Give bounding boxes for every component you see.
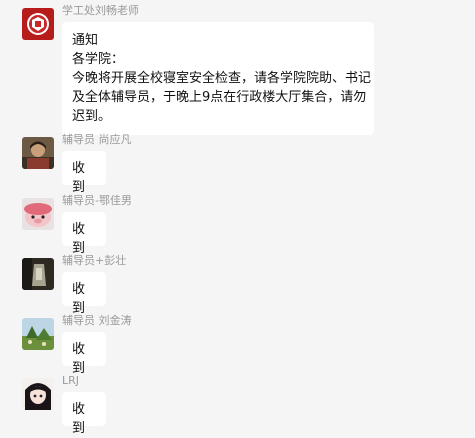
message-text: 收到 — [72, 342, 86, 376]
message-text: 收到 — [72, 282, 86, 316]
sender-name: 辅导员+彭壮 — [62, 254, 127, 267]
chat-message-list[interactable]: 学工处刘畅老师 通知 各学院： 今晚将开展全校寝室安全检查，请各学院院助、书记 … — [0, 0, 475, 436]
message-line: 及全体辅导员，于晚上9点在行政楼大厅集合，请勿 — [72, 90, 367, 105]
photo-avatar-person-icon[interactable] — [22, 137, 54, 169]
sender-name: LRJ — [62, 374, 80, 387]
sender-name: 辅导员-鄂佳男 — [62, 194, 132, 207]
anime-girl-avatar-icon[interactable] — [22, 378, 54, 410]
sender-name: 辅导员 刘金涛 — [62, 314, 132, 327]
message-line: 迟到。 — [72, 109, 112, 124]
sender-name: 学工处刘畅老师 — [62, 4, 139, 17]
cartoon-pig-avatar-icon[interactable] — [22, 198, 54, 230]
message-text: 收到 — [72, 402, 86, 436]
message-line: 今晚将开展全校寝室安全检查，请各学院院助、书记 — [72, 71, 372, 86]
photo-avatar-object-icon[interactable] — [22, 258, 54, 290]
message-line: 通知 — [72, 33, 99, 48]
red-seal-avatar-icon[interactable] — [22, 8, 54, 40]
sender-name: 辅导员 尚应凡 — [62, 133, 132, 146]
message-bubble[interactable]: 收到 — [62, 272, 106, 316]
message-line: 各学院： — [72, 52, 125, 67]
message-bubble[interactable]: 收到 — [62, 151, 106, 195]
message-bubble[interactable]: 收到 — [62, 392, 106, 436]
message-text: 收到 — [72, 161, 86, 195]
message-bubble[interactable]: 收到 — [62, 332, 106, 376]
message-bubble[interactable]: 通知 各学院： 今晚将开展全校寝室安全检查，请各学院院助、书记 及全体辅导员，于… — [62, 22, 374, 135]
message-text: 收到 — [72, 222, 86, 256]
landscape-avatar-icon[interactable] — [22, 318, 54, 350]
message-bubble[interactable]: 收到 — [62, 212, 106, 256]
